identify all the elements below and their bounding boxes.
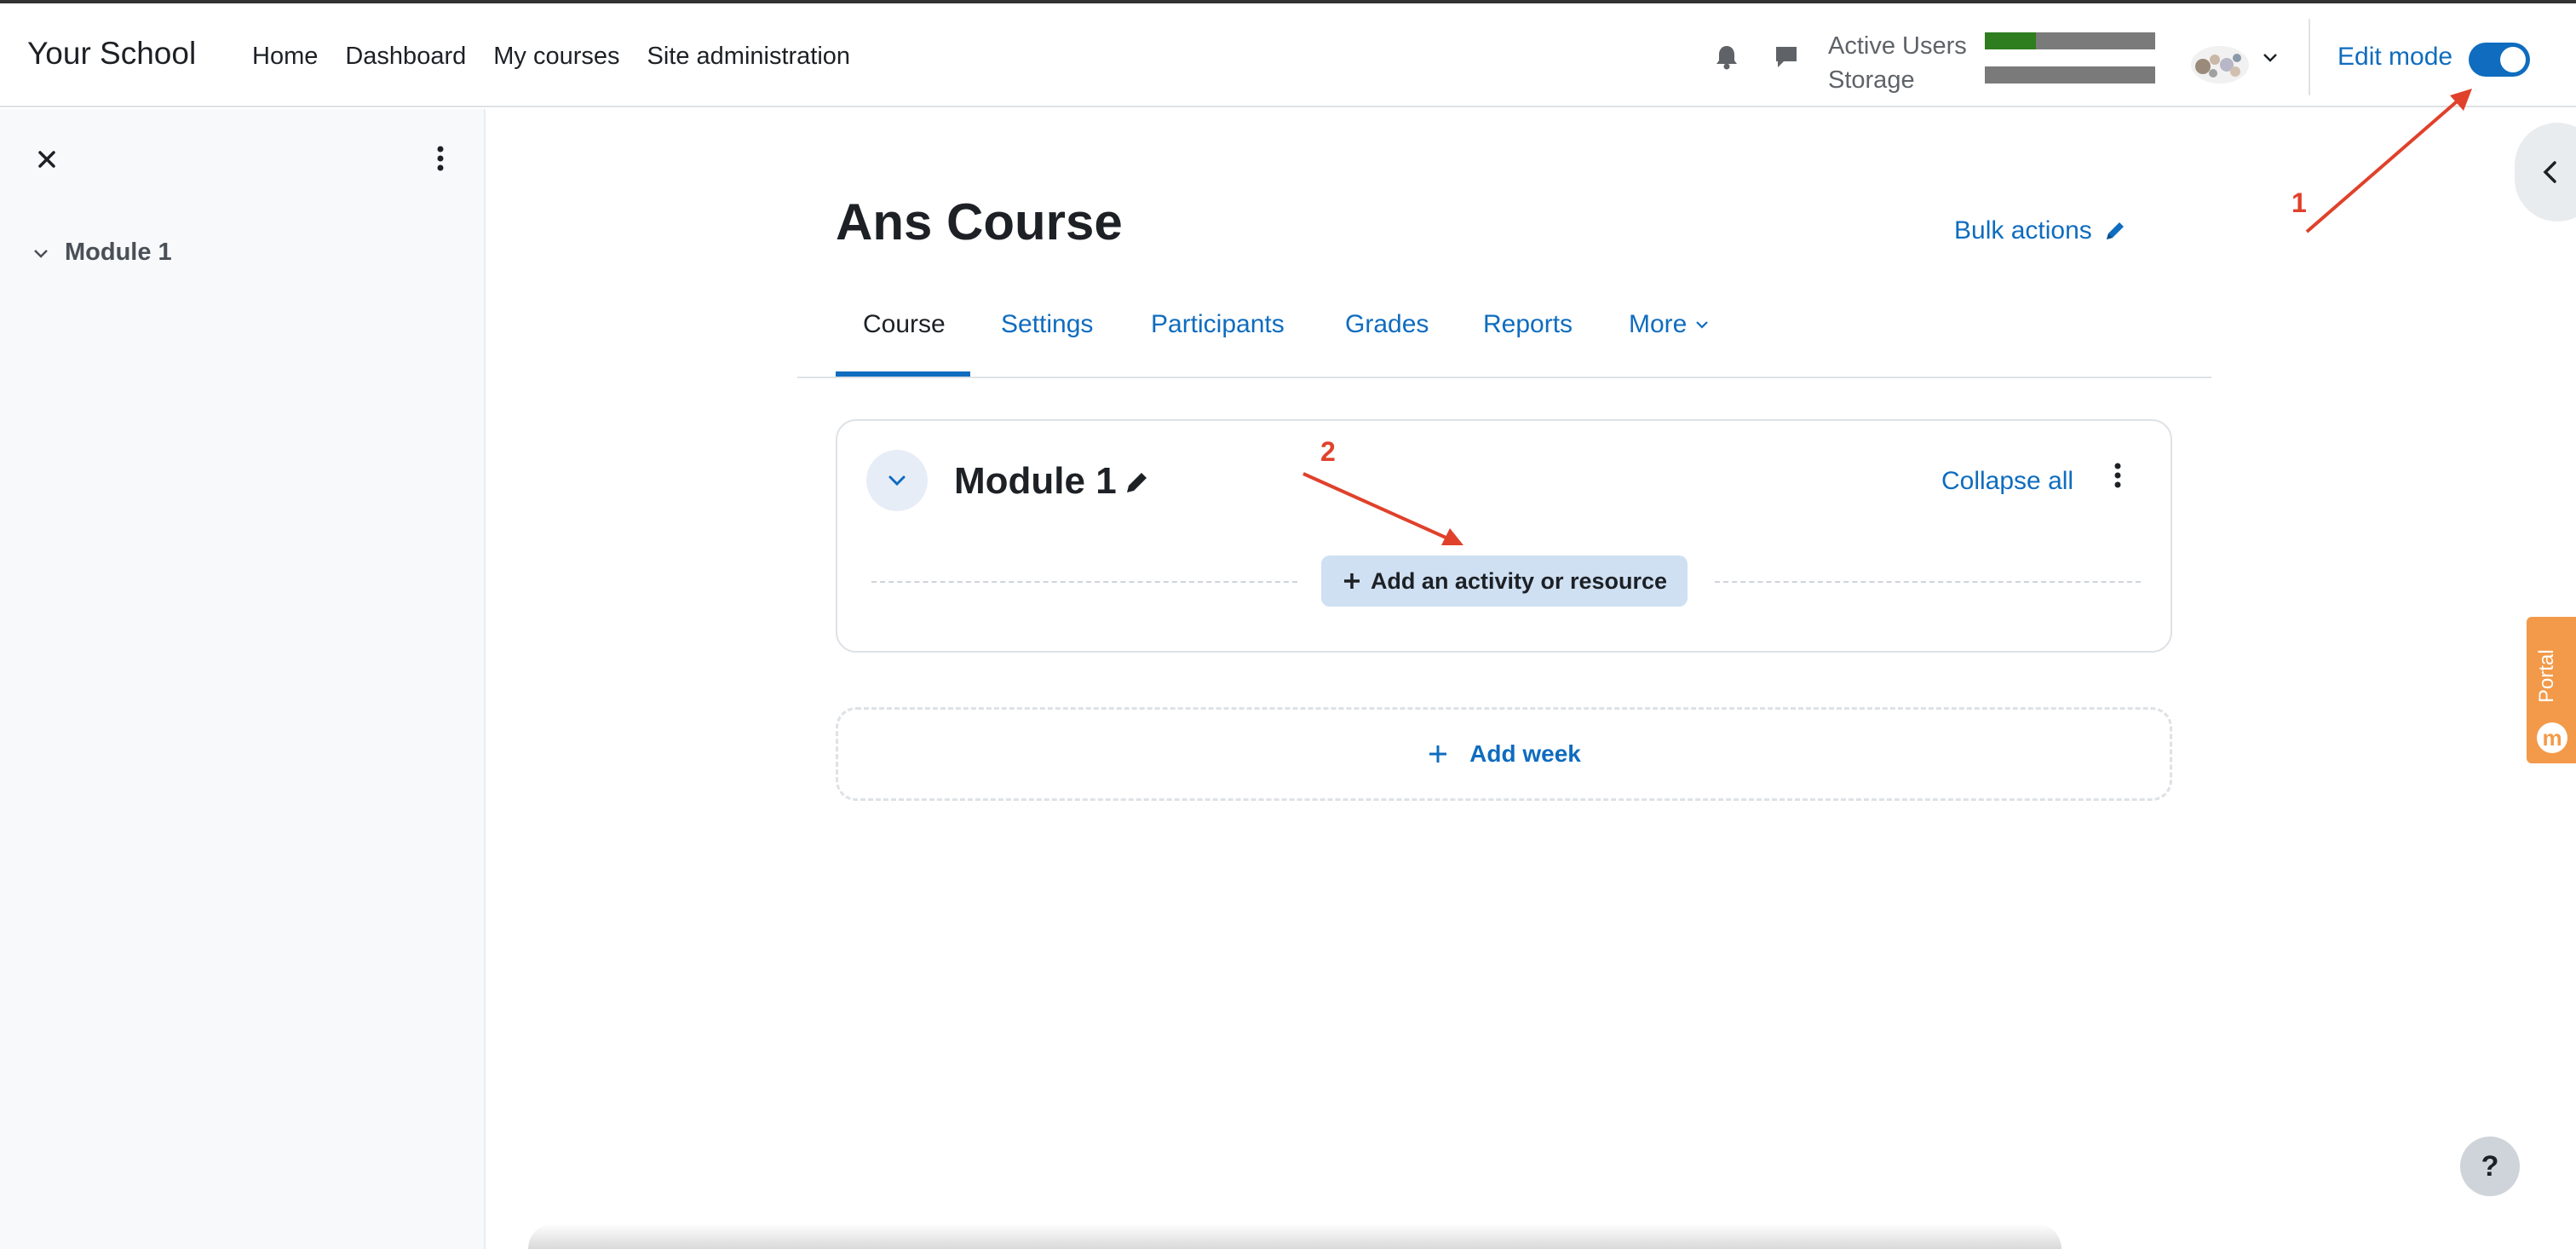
- chevron-left-icon: [2543, 161, 2556, 183]
- portal-label: Portal: [2535, 649, 2558, 704]
- annotation-marker-1: 1: [2291, 187, 2307, 218]
- portal-side-tab[interactable]: Portal m: [2527, 617, 2576, 763]
- moodle-logo-icon: m: [2537, 722, 2567, 753]
- annotation-marker-2: 2: [1320, 436, 1336, 467]
- bottom-edge-shadow: [528, 1223, 2061, 1249]
- annotation-arrows: [1302, 89, 2472, 545]
- help-button[interactable]: ?: [2460, 1137, 2520, 1196]
